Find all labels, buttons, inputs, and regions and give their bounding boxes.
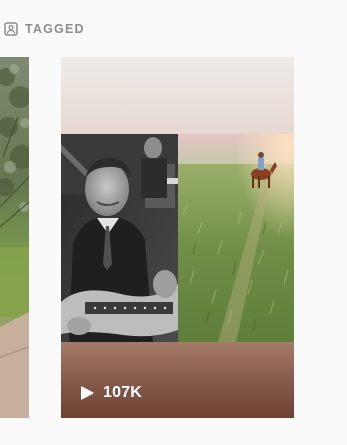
landscape-trail-thumbnail: [0, 57, 29, 418]
view-count-text: 107K: [103, 384, 143, 401]
tab-tagged-label: TAGGED: [25, 22, 85, 36]
tagged-person-icon: [4, 22, 18, 36]
video-thumbnail[interactable]: 107K: [61, 57, 294, 418]
video-thumbnail-partial[interactable]: [0, 57, 29, 418]
thumbnail-bottom-band: 107K: [61, 342, 294, 418]
tagged-posts-page: TAGGED 107K: [0, 0, 347, 445]
play-icon: [80, 385, 94, 401]
view-count: 107K: [80, 384, 142, 402]
thumbnail-top-band: [61, 57, 294, 134]
tab-tagged[interactable]: TAGGED: [4, 20, 85, 38]
guitarist-photo: [61, 134, 178, 342]
horse-field-photo: [178, 134, 294, 342]
